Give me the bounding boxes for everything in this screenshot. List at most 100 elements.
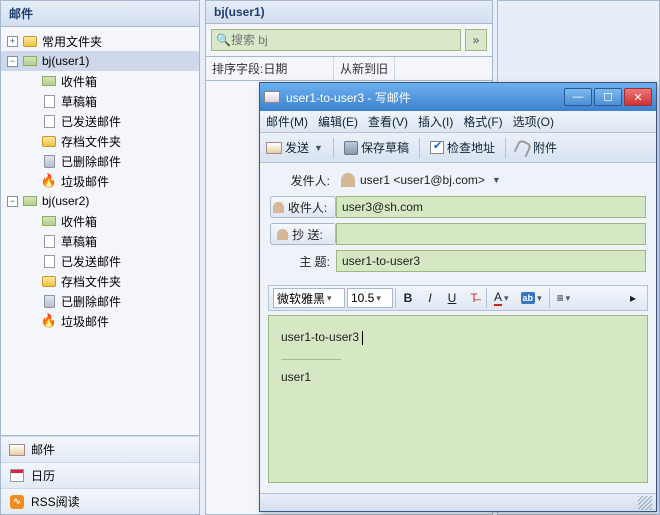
tree-label: 草稿箱 <box>61 233 97 250</box>
tree-inbox[interactable]: 收件箱 <box>1 211 199 231</box>
btn-label: 附件 <box>533 139 557 156</box>
tree-favorites[interactable]: + 常用文件夹 <box>1 31 199 51</box>
tree-label: bj(user2) <box>42 194 89 208</box>
tree-sent[interactable]: 已发送邮件 <box>1 251 199 271</box>
size-select[interactable]: 10.5▾ <box>347 288 393 308</box>
expand-icon[interactable]: + <box>7 36 18 47</box>
tree-account2[interactable]: − bj(user2) <box>1 191 199 211</box>
search-bar: 🔍 » <box>206 24 492 57</box>
menu-insert[interactable]: 插入(I) <box>418 113 453 130</box>
subject-input[interactable]: user1-to-user3 <box>336 250 646 272</box>
tree-junk[interactable]: 🔥垃圾邮件 <box>1 311 199 331</box>
collapse-icon[interactable]: − <box>7 56 18 67</box>
inbox-icon <box>41 213 57 229</box>
menubar: 邮件(M) 编辑(E) 查看(V) 插入(I) 格式(F) 选项(O) <box>260 111 656 133</box>
nav-label: RSS阅读 <box>31 493 80 510</box>
align-button[interactable]: ≡▾ <box>552 288 576 308</box>
save-draft-button[interactable]: 保存草稿 <box>344 139 409 156</box>
check-icon <box>430 141 444 154</box>
trash-icon <box>41 153 57 169</box>
tree-label: 已删除邮件 <box>61 153 121 170</box>
folder-tree: + 常用文件夹 − bj(user1) 收件箱 草稿箱 已发送邮件 存档文件夹 已删… <box>1 27 199 435</box>
tree-label: bj(user1) <box>42 54 89 68</box>
menu-options[interactable]: 选项(O) <box>513 113 554 130</box>
drafts-icon <box>41 233 57 249</box>
minimize-button[interactable]: — <box>564 88 592 106</box>
close-button[interactable]: ✕ <box>624 88 652 106</box>
highlight-button[interactable]: ab▾ <box>516 288 547 308</box>
tree-label: 已删除邮件 <box>61 293 121 310</box>
tree-account1[interactable]: − bj(user1) <box>1 51 199 71</box>
tree-inbox[interactable]: 收件箱 <box>1 71 199 91</box>
tree-label: 草稿箱 <box>61 93 97 110</box>
tree-label: 垃圾邮件 <box>61 173 109 190</box>
tree-archive[interactable]: 存档文件夹 <box>1 131 199 151</box>
chevron-down-icon: ▾ <box>374 293 381 304</box>
folder-icon <box>22 33 38 49</box>
tree-label: 已发送邮件 <box>61 113 121 130</box>
tree-label: 常用文件夹 <box>42 33 102 50</box>
font-select[interactable]: 微软雅黑▾ <box>273 288 345 308</box>
tree-label: 收件箱 <box>61 213 97 230</box>
junk-icon: 🔥 <box>41 173 57 189</box>
body-text: user1-to-user3 <box>281 330 359 344</box>
message-body[interactable]: user1-to-user3 user1 <box>268 315 648 483</box>
check-address-button[interactable]: 检查地址 <box>430 139 495 156</box>
nav-rss[interactable]: ∿RSS阅读 <box>1 488 199 514</box>
separator <box>333 138 334 158</box>
resize-grip[interactable] <box>638 496 652 510</box>
tree-drafts[interactable]: 草稿箱 <box>1 231 199 251</box>
mailbox-icon <box>22 193 38 209</box>
nav-mail[interactable]: 邮件 <box>1 436 199 462</box>
font-color-button[interactable]: A▾ <box>489 288 514 308</box>
tree-drafts[interactable]: 草稿箱 <box>1 91 199 111</box>
header-fields: 发件人: user1 <user1@bj.com>▼ 收件人: user3@sh… <box>260 163 656 283</box>
menu-edit[interactable]: 编辑(E) <box>318 113 358 130</box>
sort-direction[interactable]: 从新到旧 <box>334 57 395 80</box>
sort-row[interactable]: 排序字段:日期 从新到旧 <box>206 57 492 81</box>
tree-deleted[interactable]: 已删除邮件 <box>1 291 199 311</box>
nav-label: 日历 <box>31 467 55 484</box>
from-label: 发件人: <box>270 172 336 189</box>
bottom-nav: 邮件 日历 ∿RSS阅读 <box>1 435 199 514</box>
cc-button[interactable]: 抄 送: <box>270 223 336 245</box>
search-input[interactable] <box>231 33 456 47</box>
menu-format[interactable]: 格式(F) <box>463 113 502 130</box>
maximize-button[interactable]: ☐ <box>594 88 622 106</box>
to-input[interactable]: user3@sh.com <box>336 196 646 218</box>
list-header: bj(user1) <box>206 1 492 24</box>
clear-format-button[interactable]: T̶ <box>464 288 484 308</box>
sent-icon <box>41 253 57 269</box>
btn-label: 检查地址 <box>447 139 495 156</box>
format-overflow-button[interactable]: ▸ <box>623 288 643 308</box>
signature-divider <box>281 359 341 360</box>
search-icon: 🔍 <box>216 33 231 47</box>
tree-sent[interactable]: 已发送邮件 <box>1 111 199 131</box>
folder-icon <box>41 133 57 149</box>
tree-archive[interactable]: 存档文件夹 <box>1 271 199 291</box>
bold-button[interactable]: B <box>398 288 418 308</box>
tree-deleted[interactable]: 已删除邮件 <box>1 151 199 171</box>
menu-mail[interactable]: 邮件(M) <box>266 113 308 130</box>
compose-window: user1-to-user3 - 写邮件 — ☐ ✕ 邮件(M) 编辑(E) 查… <box>259 82 657 512</box>
search-options-button[interactable]: » <box>465 29 487 51</box>
attach-button[interactable]: 附件 <box>516 139 557 156</box>
underline-button[interactable]: U <box>442 288 462 308</box>
from-picker[interactable]: user1 <user1@bj.com>▼ <box>336 169 646 191</box>
chevron-right-icon: ▸ <box>630 291 636 305</box>
tree-label: 存档文件夹 <box>61 273 121 290</box>
titlebar[interactable]: user1-to-user3 - 写邮件 — ☐ ✕ <box>260 83 656 111</box>
sort-field[interactable]: 排序字段:日期 <box>206 57 334 80</box>
send-button[interactable]: 发送▼ <box>266 139 323 156</box>
save-icon <box>344 141 358 155</box>
cc-input[interactable] <box>336 223 646 245</box>
menu-view[interactable]: 查看(V) <box>368 113 408 130</box>
compose-toolbar: 发送▼ 保存草稿 检查地址 附件 <box>260 133 656 163</box>
tree-junk[interactable]: 🔥垃圾邮件 <box>1 171 199 191</box>
search-box[interactable]: 🔍 <box>211 29 461 51</box>
trash-icon <box>41 293 57 309</box>
to-button[interactable]: 收件人: <box>270 196 336 218</box>
collapse-icon[interactable]: − <box>7 196 18 207</box>
italic-button[interactable]: I <box>420 288 440 308</box>
nav-calendar[interactable]: 日历 <box>1 462 199 488</box>
